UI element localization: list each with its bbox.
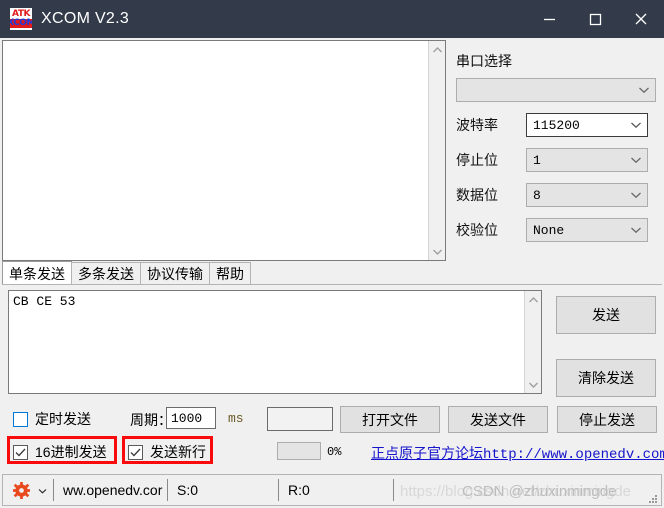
- resize-grip[interactable]: [648, 493, 658, 503]
- tab-label: 单条发送: [9, 265, 65, 282]
- maximize-button[interactable]: [572, 0, 618, 38]
- annotation-box-new-line: [122, 436, 213, 464]
- logo-bottom-text: XCOM: [10, 19, 32, 28]
- timed-send-checkbox[interactable]: 定时发送: [13, 409, 91, 429]
- data-bits-value: 8: [533, 187, 541, 203]
- open-file-button[interactable]: 打开文件: [340, 406, 440, 433]
- chevron-down-icon: [625, 121, 647, 129]
- tab-protocol-transfer[interactable]: 协议传输: [140, 262, 210, 285]
- status-url: ww.openedv.cor: [63, 482, 163, 498]
- serial-settings-panel: 串口选择 波特率 115200 停止位 1 数据位 8 校验位 None: [450, 40, 662, 262]
- parity-label: 校验位: [456, 222, 498, 238]
- clear-send-button[interactable]: 清除发送: [556, 359, 656, 397]
- progress-bar: [277, 442, 321, 460]
- checkbox-box: [13, 411, 28, 427]
- tab-single-send[interactable]: 单条发送: [2, 261, 72, 285]
- chevron-down-icon: [625, 226, 647, 234]
- stop-bits-label: 停止位: [456, 152, 498, 168]
- chevron-down-icon: [633, 86, 655, 94]
- serial-panel-title: 串口选择: [456, 53, 512, 69]
- status-divider: [393, 479, 394, 501]
- send-textarea[interactable]: CB CE 53: [8, 290, 542, 394]
- app-logo-icon: ATK XCOM: [10, 8, 32, 30]
- title-bar: ATK XCOM XCOM V2.3: [0, 0, 664, 38]
- tab-label: 协议传输: [147, 266, 203, 282]
- status-sent-count: S:0: [177, 482, 199, 498]
- data-bits-row: 数据位 8: [450, 183, 662, 207]
- send-button[interactable]: 发送: [556, 296, 656, 334]
- chevron-down-icon: [625, 156, 647, 164]
- baud-rate-select[interactable]: 115200: [526, 113, 648, 137]
- timed-send-label: 定时发送: [35, 411, 91, 427]
- period-input[interactable]: 1000: [166, 407, 216, 429]
- stop-bits-select[interactable]: 1: [526, 148, 648, 172]
- window-title: XCOM V2.3: [41, 10, 130, 27]
- status-received-count: R:0: [288, 482, 310, 498]
- tab-label: 帮助: [216, 266, 244, 282]
- tab-help[interactable]: 帮助: [209, 262, 251, 285]
- parity-row: 校验位 None: [450, 218, 662, 242]
- send-file-button[interactable]: 发送文件: [448, 406, 548, 433]
- stop-send-button[interactable]: 停止发送: [557, 406, 657, 433]
- ms-unit-label: ms: [228, 411, 244, 426]
- send-text-value: CB CE 53: [13, 294, 76, 309]
- parity-value: None: [533, 222, 565, 238]
- window-controls: [526, 0, 664, 38]
- stop-bits-value: 1: [533, 152, 541, 168]
- tab-multi-send[interactable]: 多条发送: [71, 262, 141, 285]
- gear-icon[interactable]: [13, 481, 30, 499]
- scroll-down-icon[interactable]: [429, 243, 445, 260]
- chevron-down-icon: [625, 191, 647, 199]
- send-scrollbar[interactable]: [524, 291, 541, 393]
- receive-area[interactable]: [2, 40, 446, 261]
- xcom-window: ATK XCOM XCOM V2.3 串口: [0, 0, 664, 508]
- parity-select[interactable]: None: [526, 218, 648, 242]
- close-button[interactable]: [618, 0, 664, 38]
- baud-rate-row: 波特率 115200: [450, 113, 662, 137]
- data-bits-select[interactable]: 8: [526, 183, 648, 207]
- tab-underline: [2, 284, 662, 285]
- receive-scrollbar[interactable]: [428, 41, 445, 260]
- forum-link[interactable]: 正点原子官方论坛http://www.openedv.com/: [371, 443, 664, 463]
- annotation-box-hex-send: [7, 436, 117, 464]
- progress-percent-label: 0%: [327, 445, 342, 459]
- minimize-button[interactable]: [526, 0, 572, 38]
- gear-dropdown-icon[interactable]: [38, 481, 47, 499]
- tab-bar: 单条发送 多条发送 协议传输 帮助: [2, 261, 251, 285]
- scroll-up-icon[interactable]: [429, 41, 445, 58]
- stop-bits-row: 停止位 1: [450, 148, 662, 172]
- baud-rate-value: 115200: [533, 117, 580, 133]
- scroll-down-icon[interactable]: [525, 376, 541, 393]
- extra-input[interactable]: [267, 407, 333, 431]
- baud-rate-label: 波特率: [456, 117, 498, 133]
- data-bits-label: 数据位: [456, 187, 498, 203]
- port-select[interactable]: [456, 78, 656, 102]
- scroll-up-icon[interactable]: [525, 291, 541, 308]
- status-bar: ww.openedv.cor S:0 R:0: [2, 474, 662, 506]
- tab-label: 多条发送: [78, 266, 134, 282]
